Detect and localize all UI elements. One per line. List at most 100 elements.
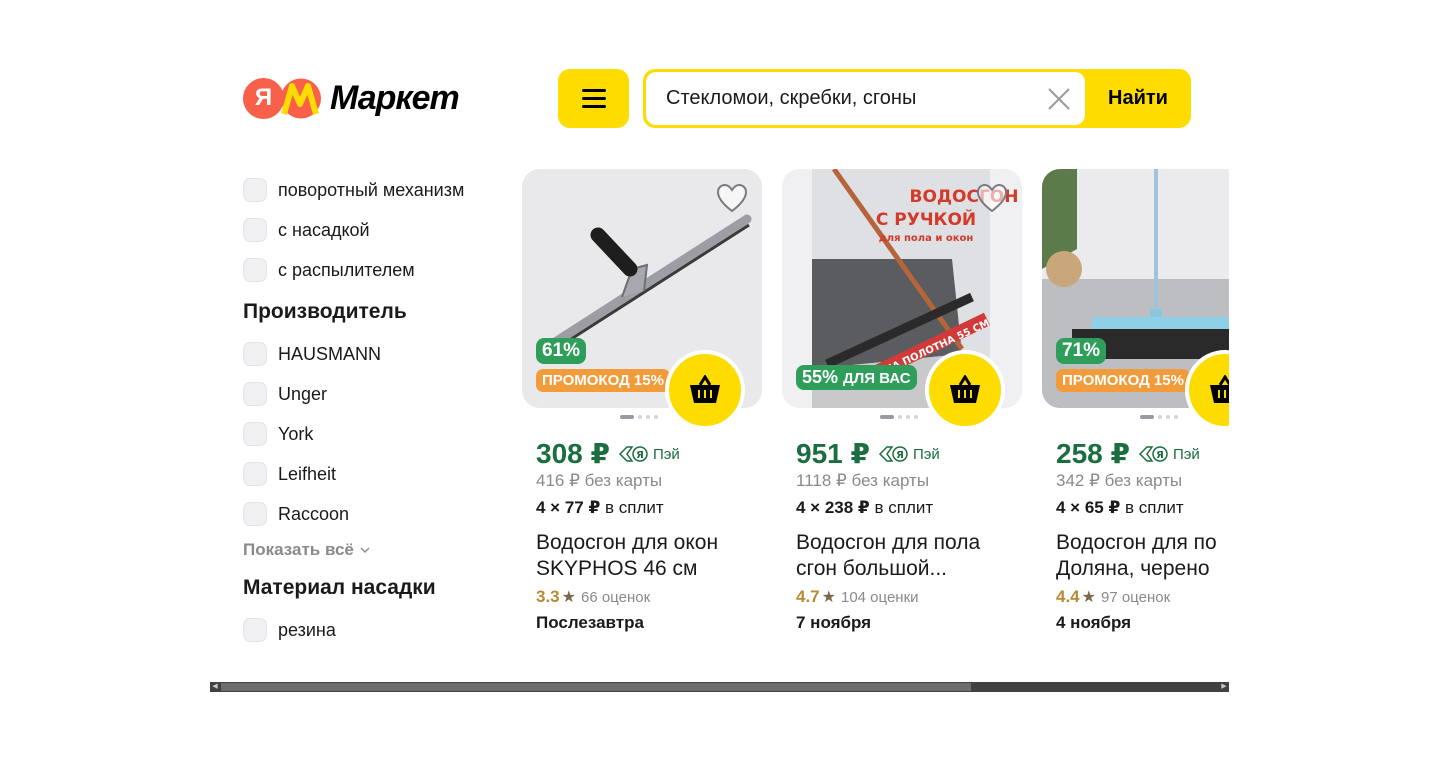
checkbox-label: Raccoon bbox=[278, 503, 350, 524]
product-card[interactable]: 71% ПРОМОКОД 15% 258 ₽ Я Пэй 342 ₽ без к… bbox=[1042, 169, 1229, 632]
checkbox[interactable] bbox=[243, 342, 267, 366]
product-title-line: SKYPHOS 46 см bbox=[536, 557, 698, 580]
filter-manufacturer-unger[interactable]: Unger bbox=[243, 374, 503, 414]
rating-value: 3.3 bbox=[536, 587, 560, 606]
product-title[interactable]: Водосгон для пола сгон большой... bbox=[796, 530, 1026, 582]
price: 308 ₽ bbox=[536, 438, 610, 469]
product-card[interactable]: ВОДОСГОН С РУЧКОЙ для пола и окон ШИРИНА… bbox=[782, 169, 1022, 632]
promo-badge: ПРОМОКОД 15% bbox=[1056, 369, 1190, 392]
yandex-pay-badge: Я Пэй bbox=[618, 445, 680, 463]
catalog-menu-button[interactable] bbox=[558, 69, 629, 128]
horizontal-scrollbar[interactable]: ◀ ▶ bbox=[210, 682, 1229, 692]
pay-label: Пэй bbox=[1172, 445, 1200, 463]
logo-text: Маркет bbox=[330, 78, 460, 117]
search-input[interactable] bbox=[666, 72, 1026, 125]
search-bar: Найти bbox=[643, 69, 1191, 128]
price-without-card: 342 ₽ без карты bbox=[1056, 471, 1183, 490]
split-amount: 4 × 65 ₽ bbox=[1056, 498, 1121, 517]
checkbox[interactable] bbox=[243, 218, 267, 242]
discount-badge: 71% bbox=[1056, 338, 1107, 364]
yandex-pay-icon: Я bbox=[1138, 446, 1168, 462]
rating-value: 4.4 bbox=[1056, 587, 1080, 606]
price-row: 951 ₽ Я Пэй bbox=[796, 437, 940, 470]
reviews-count: 104 оценки bbox=[840, 588, 919, 606]
checkbox[interactable] bbox=[243, 462, 267, 486]
checkbox[interactable] bbox=[243, 422, 267, 446]
material-title: Материал насадки bbox=[243, 576, 436, 599]
basket-icon bbox=[950, 375, 980, 403]
yandex-pay-icon: Я bbox=[618, 446, 648, 462]
split-label: в сплит bbox=[1125, 498, 1184, 517]
checkbox-label: York bbox=[278, 423, 314, 444]
split-label: в сплит bbox=[605, 498, 664, 517]
checkbox-label: HAUSMANN bbox=[278, 343, 382, 364]
price-row: 258 ₽ Я Пэй bbox=[1056, 437, 1200, 470]
split-amount: 4 × 77 ₽ bbox=[536, 498, 601, 517]
delivery-date: Послезавтра bbox=[536, 613, 644, 632]
filter-manufacturer-york[interactable]: York bbox=[243, 414, 503, 454]
delivery-date: 7 ноября bbox=[796, 613, 872, 632]
image-caption: С РУЧКОЙ bbox=[876, 208, 976, 230]
split-amount: 4 × 238 ₽ bbox=[796, 498, 870, 517]
add-to-cart-button[interactable] bbox=[925, 350, 1005, 430]
product-title-line: Водосгон для окон bbox=[536, 531, 719, 554]
reviews-count: 66 оценок bbox=[580, 588, 651, 606]
product-card[interactable]: 61% ПРОМОКОД 15% 308 ₽ Я Пэй 416 ₽ без к… bbox=[522, 169, 762, 632]
checkbox-label: Unger bbox=[278, 383, 328, 404]
checkbox[interactable] bbox=[243, 618, 267, 642]
add-to-cart-button[interactable] bbox=[665, 350, 745, 430]
checkbox-label: резина bbox=[278, 619, 336, 640]
favorite-heart-icon[interactable] bbox=[976, 183, 1008, 213]
hamburger-icon bbox=[581, 89, 606, 92]
price-without-card: 416 ₽ без карты bbox=[536, 471, 663, 490]
scrollbar-thumb[interactable] bbox=[221, 683, 971, 691]
market-logo[interactable]: Я Маркет bbox=[243, 77, 460, 119]
price: 951 ₽ bbox=[796, 438, 870, 469]
image-pager-dots bbox=[620, 415, 658, 419]
star-icon: ★ bbox=[561, 589, 576, 606]
show-all-label: Показать всё bbox=[243, 540, 354, 559]
search-field bbox=[646, 72, 1085, 125]
split-payment: 4 × 65 ₽ в сплит bbox=[1056, 498, 1184, 518]
pay-label: Пэй bbox=[652, 445, 680, 463]
product-title-line: Водосгон для пола bbox=[796, 531, 981, 554]
filter-feature-rotary[interactable]: поворотный механизм bbox=[243, 170, 503, 210]
ya-logo-circle: Я bbox=[243, 77, 284, 119]
discount-badge: 61% bbox=[536, 338, 587, 364]
scroll-left-arrow-icon[interactable]: ◀ bbox=[210, 682, 220, 692]
checkbox[interactable] bbox=[243, 178, 267, 202]
yandex-pay-icon: Я bbox=[878, 446, 908, 462]
filter-feature-sprayer[interactable]: с распылителем bbox=[243, 250, 503, 290]
rating: 4.4 ★ 97 оценок bbox=[1056, 587, 1170, 607]
rating: 3.3 ★ 66 оценок bbox=[536, 587, 650, 607]
filter-manufacturer-leifheit[interactable]: Leifheit bbox=[243, 454, 503, 494]
product-carousel: 61% ПРОМОКОД 15% 308 ₽ Я Пэй 416 ₽ без к… bbox=[522, 169, 1229, 649]
price-row: 308 ₽ Я Пэй bbox=[536, 437, 680, 470]
rating-value: 4.7 bbox=[796, 587, 820, 606]
filter-manufacturer-raccoon[interactable]: Raccoon bbox=[243, 494, 503, 534]
checkbox[interactable] bbox=[243, 382, 267, 406]
filter-material-rubber[interactable]: резина bbox=[243, 610, 503, 650]
product-title[interactable]: Водосгон для окон SKYPHOS 46 см bbox=[536, 530, 766, 582]
scroll-right-arrow-icon[interactable]: ▶ bbox=[1219, 682, 1229, 692]
filter-manufacturer-hausmann[interactable]: HAUSMANN bbox=[243, 334, 503, 374]
find-button[interactable]: Найти bbox=[1085, 69, 1191, 128]
show-all-link[interactable]: Показать всё bbox=[243, 534, 503, 566]
checkbox[interactable] bbox=[243, 258, 267, 282]
split-payment: 4 × 238 ₽ в сплит bbox=[796, 498, 933, 518]
checkbox-label: с насадкой bbox=[278, 219, 370, 240]
chevron-down-icon bbox=[360, 547, 370, 553]
favorite-heart-icon[interactable] bbox=[716, 183, 748, 213]
image-caption: для пола и окон bbox=[879, 233, 974, 244]
product-title-line: сгон большой... bbox=[796, 557, 948, 580]
clear-icon[interactable] bbox=[1047, 87, 1071, 111]
filter-feature-nozzle[interactable]: с насадкой bbox=[243, 210, 503, 250]
promo-badge: ПРОМОКОД 15% bbox=[536, 369, 670, 392]
checkbox-label: с распылителем bbox=[278, 259, 415, 280]
manufacturer-title: Производитель bbox=[243, 300, 407, 323]
basket-icon bbox=[1210, 375, 1229, 403]
product-title[interactable]: Водосгон для по Доляна, черено bbox=[1056, 530, 1229, 582]
checkbox[interactable] bbox=[243, 502, 267, 526]
product-title-line: Водосгон для по bbox=[1056, 531, 1217, 554]
price: 258 ₽ bbox=[1056, 438, 1130, 469]
